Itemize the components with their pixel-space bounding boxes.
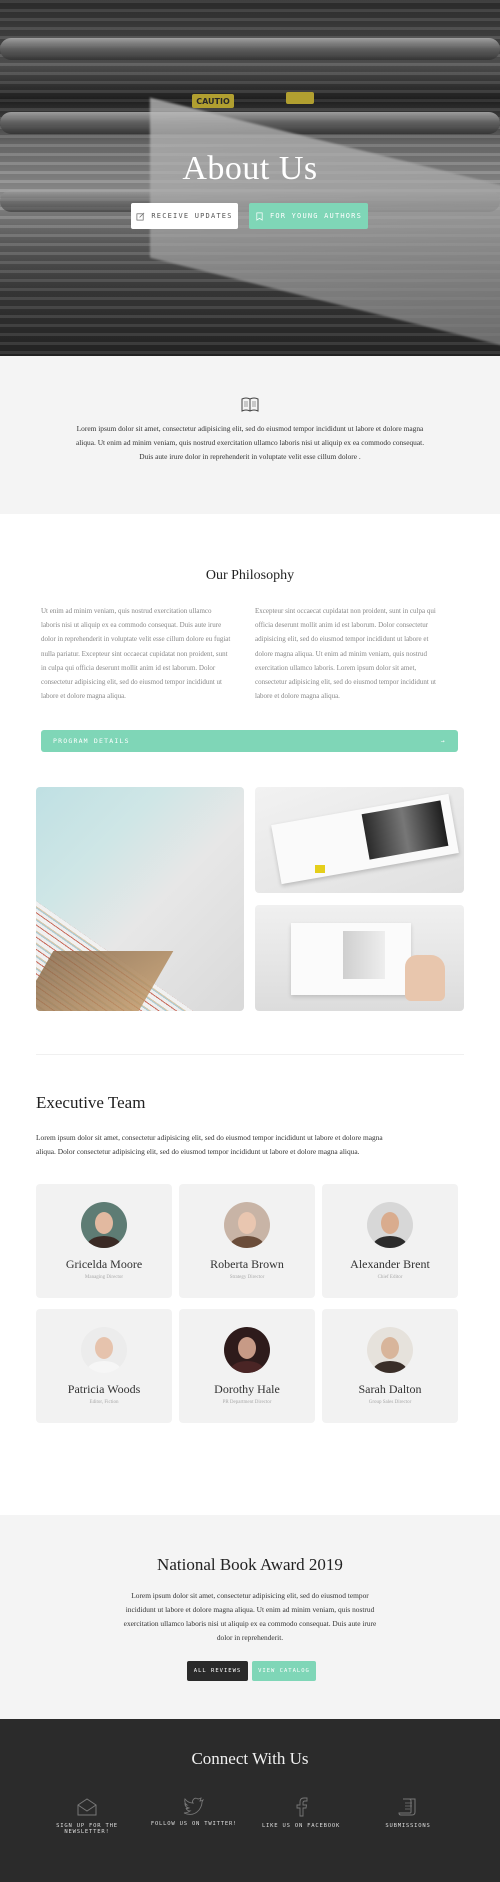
avatar	[224, 1327, 270, 1373]
team-title: Executive Team	[36, 1093, 146, 1112]
member-name: Sarah Dalton	[358, 1382, 422, 1396]
image-gallery	[0, 787, 500, 1063]
member-name: Dorothy Hale	[214, 1382, 280, 1396]
philosophy-title: Our Philosophy	[205, 568, 295, 583]
open-book-image	[255, 787, 464, 893]
member-name: Gricelda Moore	[65, 1257, 143, 1271]
member-role: Managing Director	[84, 1275, 124, 1280]
team-card[interactable]: Roberta Brown Strategy Director	[179, 1184, 315, 1298]
philosophy-left-text: Ut enim ad minim veniam, quis nostrud ex…	[41, 607, 231, 701]
avatar	[81, 1202, 127, 1248]
twitter-icon	[183, 1797, 205, 1815]
team-card[interactable]: Dorothy Hale PR Department Director	[179, 1309, 315, 1423]
facebook-label: LIKE US ON FACEBOOK	[261, 1823, 341, 1829]
member-role: Group Sales Director	[368, 1400, 412, 1405]
member-name: Patricia Woods	[67, 1382, 141, 1396]
team-card[interactable]: Patricia Woods Editor, Fiction	[36, 1309, 172, 1423]
twitter-label: FOLLOW US ON TWITTER!	[150, 1821, 238, 1827]
program-details-label: PROGRAM DETAILS	[53, 737, 130, 745]
philosophy-right-text: Excepteur sint occaecat cupidatat non pr…	[255, 607, 436, 701]
member-role: Editor, Fiction	[89, 1400, 119, 1405]
edit-icon	[136, 212, 145, 220]
newsletter-link[interactable]: SIGN UP FOR THE NEWSLETTER!	[32, 1797, 142, 1835]
connect-section: Connect With Us SIGN UP FOR THE NEWSLETT…	[0, 1719, 500, 1882]
receive-updates-button[interactable]: RECEIVE UPDATES	[131, 203, 238, 229]
twitter-link[interactable]: FOLLOW US ON TWITTER!	[139, 1797, 249, 1827]
member-name: Alexander Brent	[350, 1257, 430, 1271]
view-catalog-button[interactable]: VIEW CATALOG	[252, 1661, 316, 1681]
connect-title: Connect With Us	[191, 1749, 309, 1768]
philosophy-section: Our Philosophy Ut enim ad minim veniam, …	[0, 514, 500, 787]
submissions-link[interactable]: SUBMISSIONS	[353, 1797, 463, 1829]
newsletter-label: SIGN UP FOR THE NEWSLETTER!	[56, 1823, 118, 1835]
team-intro-text: Lorem ipsum dolor sit amet, consectetur …	[36, 1133, 383, 1156]
young-authors-label: FOR YOUNG AUTHORS	[269, 212, 363, 220]
executive-team-section: Executive Team Lorem ipsum dolor sit ame…	[0, 1063, 500, 1515]
team-card[interactable]: Sarah Dalton Group Sales Director	[322, 1309, 458, 1423]
member-role: Strategy Director	[229, 1275, 265, 1280]
page-title: About Us	[182, 150, 318, 187]
submissions-label: SUBMISSIONS	[385, 1823, 431, 1829]
intro-text: Lorem ipsum dolor sit amet, consectetur …	[75, 424, 425, 461]
award-section: National Book Award 2019 Lorem ipsum dol…	[0, 1515, 500, 1719]
program-details-button[interactable]: PROGRAM DETAILS →	[41, 730, 458, 752]
receive-updates-label: RECEIVE UPDATES	[151, 212, 233, 220]
team-card[interactable]: Alexander Brent Chief Editor	[322, 1184, 458, 1298]
scroll-icon	[398, 1798, 416, 1816]
mail-icon	[77, 1798, 97, 1816]
hero-section: CAUTIO About Us RECEIVE UPDATES FOR YOUN…	[0, 0, 500, 356]
award-text: Lorem ipsum dolor sit amet, consectetur …	[123, 1591, 377, 1642]
award-title: National Book Award 2019	[157, 1555, 343, 1574]
avatar	[367, 1327, 413, 1373]
avatar	[81, 1327, 127, 1373]
member-role: PR Department Director	[222, 1400, 272, 1405]
young-authors-button[interactable]: FOR YOUNG AUTHORS	[249, 203, 368, 229]
facebook-link[interactable]: LIKE US ON FACEBOOK	[246, 1797, 356, 1829]
divider	[36, 1054, 464, 1055]
member-role: Chief Editor	[377, 1275, 403, 1280]
all-reviews-button[interactable]: ALL REVIEWS	[187, 1661, 248, 1681]
magazine-hand-image	[255, 905, 464, 1011]
intro-section: Lorem ipsum dolor sit amet, consectetur …	[0, 356, 500, 514]
facebook-icon	[296, 1797, 308, 1817]
member-name: Roberta Brown	[210, 1257, 284, 1271]
avatar	[224, 1202, 270, 1248]
team-card[interactable]: Gricelda Moore Managing Director	[36, 1184, 172, 1298]
avatar	[367, 1202, 413, 1248]
arrow-right-icon: →	[440, 737, 446, 745]
book-stack-image	[36, 787, 244, 1011]
open-book-icon	[241, 397, 259, 412]
bookmark-icon	[256, 212, 263, 221]
